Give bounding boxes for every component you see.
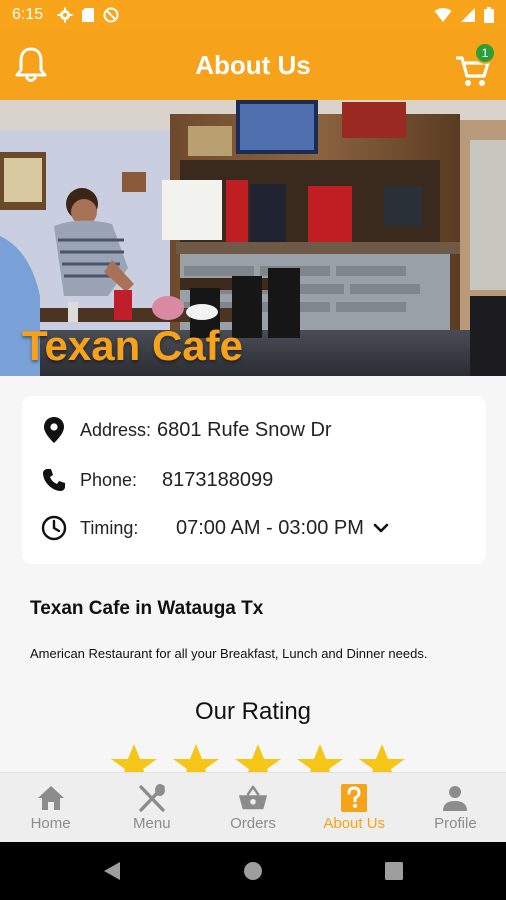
recent-apps-icon[interactable]: [384, 861, 404, 881]
settings-gear-icon: [57, 7, 73, 23]
app-bar: About Us 1: [0, 30, 506, 100]
nav-about-us[interactable]: About Us: [304, 773, 405, 842]
status-notification-icons: [57, 7, 119, 23]
utensils-icon: [139, 784, 165, 812]
chevron-down-icon[interactable]: [372, 521, 390, 535]
nav-profile-label: Profile: [434, 815, 477, 832]
nav-home[interactable]: Home: [0, 773, 101, 842]
about-us-screen: 6:15 About Us 1 Texan Cafe Address: 6801…: [0, 0, 506, 900]
system-navigation-bar: [0, 842, 506, 900]
nav-profile[interactable]: Profile: [405, 773, 506, 842]
wifi-icon: [434, 8, 452, 22]
timing-row[interactable]: Timing: 07:00 AM - 03:00 PM: [40, 514, 390, 542]
description-title: Texan Cafe in Watauga Tx: [30, 598, 264, 619]
nav-orders[interactable]: Orders: [202, 773, 303, 842]
bell-icon: [15, 47, 47, 82]
restaurant-name: Texan Cafe: [22, 322, 243, 369]
restaurant-hero-image: Texan Cafe: [0, 100, 506, 376]
page-title: About Us: [195, 49, 311, 80]
nav-about-us-label: About Us: [323, 815, 386, 832]
contact-info-card: Address: 6801 Rufe Snow Dr Phone: 817318…: [22, 396, 486, 564]
phone-value[interactable]: 8173188099: [162, 469, 273, 492]
nav-menu[interactable]: Menu: [101, 773, 202, 842]
sd-card-icon: [82, 8, 95, 22]
timing-value: 07:00 AM - 03:00 PM: [176, 516, 364, 539]
nav-home-label: Home: [30, 815, 71, 832]
signal-icon: [461, 8, 475, 22]
address-label: Address:: [80, 419, 152, 440]
nav-menu-label: Menu: [133, 815, 171, 832]
basket-icon: [238, 785, 268, 810]
battery-icon: [484, 7, 494, 23]
question-icon: [341, 784, 368, 812]
home-circle-icon[interactable]: [242, 860, 264, 882]
phone-label: Phone:: [80, 469, 138, 490]
timing-label: Timing:: [80, 517, 139, 538]
cart-button[interactable]: 1: [454, 42, 496, 86]
status-bar: 6:15: [0, 0, 506, 30]
status-time: 6:15: [12, 6, 44, 23]
nav-orders-label: Orders: [230, 815, 276, 832]
address-value: 6801 Rufe Snow Dr: [157, 418, 332, 441]
cart-count-badge: 1: [474, 42, 496, 64]
rating-title: Our Rating: [194, 698, 312, 725]
location-pin-icon: [44, 417, 64, 443]
description-text: American Restaurant for all your Breakfa…: [30, 646, 428, 661]
person-icon: [443, 786, 468, 811]
clock-icon: [41, 515, 67, 541]
bottom-navigation: Home Menu Orders About Us Profile: [0, 772, 506, 842]
home-icon: [37, 786, 64, 810]
status-system-icons: [434, 7, 494, 23]
phone-icon: [43, 469, 65, 491]
no-disturb-icon: [103, 7, 119, 23]
back-icon[interactable]: [102, 860, 122, 882]
phone-row: Phone: 8173188099: [40, 466, 273, 494]
notifications-button[interactable]: [14, 46, 50, 84]
address-row: Address: 6801 Rufe Snow Dr: [40, 416, 332, 444]
